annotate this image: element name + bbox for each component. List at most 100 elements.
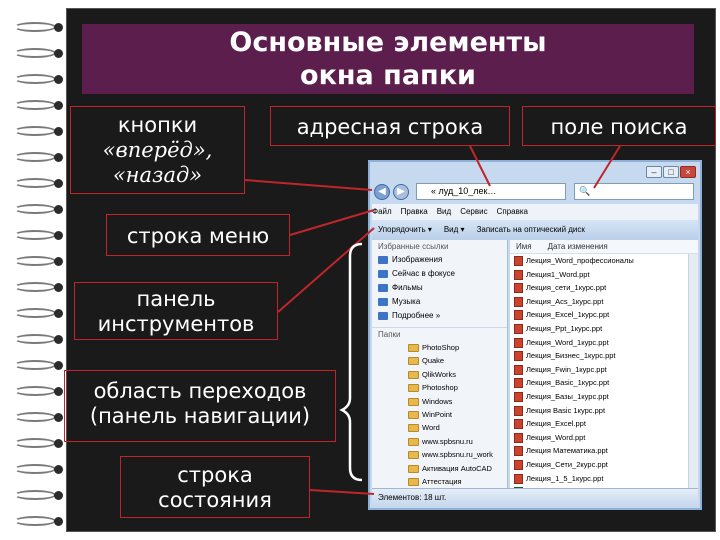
slide-title-line1: Основные элементы bbox=[229, 27, 547, 58]
file-list-item[interactable]: Лекция_Сети_2курс.ppt bbox=[510, 458, 698, 472]
label-nav-pane: область переходов (панель навигации) bbox=[64, 370, 336, 442]
file-name: Лекция_Word_профессионалы bbox=[526, 256, 634, 265]
folder-tree-item[interactable]: QlikWorks bbox=[372, 368, 507, 381]
binding-ring bbox=[14, 100, 66, 110]
folder-tree-item[interactable]: Photoshop bbox=[372, 381, 507, 394]
menu-item[interactable]: Справка bbox=[497, 207, 528, 216]
binding-ring bbox=[14, 490, 66, 500]
file-list-item[interactable]: Лекция_Word_профессионалы bbox=[510, 254, 698, 268]
presentation-file-icon bbox=[514, 269, 523, 280]
file-list-item[interactable]: Лекция Basic 1курс.ppt bbox=[510, 404, 698, 418]
binding-ring bbox=[14, 516, 66, 526]
library-icon bbox=[378, 270, 388, 278]
toolbar-button[interactable]: Упорядочить ▾ bbox=[378, 225, 432, 234]
label-address-bar: адресная строка bbox=[270, 106, 510, 146]
search-field[interactable]: 🔍 bbox=[574, 183, 694, 200]
label-menu-bar-text: строка меню bbox=[126, 224, 270, 248]
folder-tree-item[interactable]: Активация AutoCAD bbox=[372, 462, 507, 475]
toolbar: Упорядочить ▾ Вид ▾ Записать на оптический… bbox=[372, 220, 698, 240]
menu-item[interactable]: Сервис bbox=[460, 207, 487, 216]
label-status-bar-line2: состояния bbox=[158, 488, 272, 512]
folder-tree-item[interactable]: Аттестация bbox=[372, 475, 507, 488]
favorite-link[interactable]: Изображения bbox=[372, 253, 507, 267]
file-list-item[interactable]: Лекция_Бизнес_1курс.ppt bbox=[510, 349, 698, 363]
binding-ring bbox=[14, 438, 66, 448]
minimize-button[interactable]: – bbox=[646, 166, 662, 178]
folder-icon bbox=[408, 424, 419, 433]
column-header-cell[interactable]: Дата изменения bbox=[548, 242, 608, 251]
binding-ring bbox=[14, 178, 66, 188]
menu-item[interactable]: Вид bbox=[437, 207, 451, 216]
folder-tree-item[interactable]: Word bbox=[372, 421, 507, 434]
folder-tree-label: Photoshop bbox=[422, 383, 458, 393]
file-name: Лекция Basic 1курс.ppt bbox=[526, 405, 606, 415]
file-list-item[interactable]: Лекция1_Word.ppt bbox=[510, 268, 698, 282]
file-list-item[interactable]: Лекция_Excel_1курс.ppt bbox=[510, 308, 698, 322]
presentation-file-icon bbox=[514, 256, 523, 266]
file-list-item[interactable]: Лекция_Fwin_1курс.ppt bbox=[510, 363, 698, 377]
favorite-link-label: Музыка bbox=[392, 297, 421, 306]
notebook-binding bbox=[0, 0, 72, 540]
folder-tree-item[interactable]: WinPoint bbox=[372, 408, 507, 421]
toolbar-button[interactable]: Записать на оптический диск bbox=[477, 225, 585, 234]
file-list-item[interactable]: Лекция_Basic_1курс.ppt bbox=[510, 376, 698, 390]
folder-icon bbox=[408, 477, 419, 486]
presentation-file-icon bbox=[514, 432, 523, 443]
folder-tree-item[interactable]: Windows bbox=[372, 395, 507, 408]
file-name: Лекция_Сети_2курс.ppt bbox=[526, 459, 608, 469]
folder-tree-item[interactable]: www.spbsnu.ru_work bbox=[372, 448, 507, 461]
menu-item[interactable]: Правка bbox=[401, 207, 428, 216]
presentation-file-icon bbox=[514, 419, 523, 430]
label-menu-bar: строка меню bbox=[106, 214, 290, 256]
label-nav-pane-line2: (панель навигации) bbox=[89, 404, 311, 428]
toolbar-button[interactable]: Вид ▾ bbox=[444, 225, 465, 234]
file-name: Лекция_Fwin_1курс.ppt bbox=[526, 364, 607, 374]
favorite-link[interactable]: Сейчас в фокусе bbox=[372, 267, 507, 281]
library-icon bbox=[378, 298, 388, 306]
file-list-item[interactable]: Лекция_Базы_1курс.ppt bbox=[510, 390, 698, 404]
binding-ring bbox=[14, 256, 66, 266]
label-address-bar-text: адресная строка bbox=[296, 115, 484, 139]
file-list-item[interactable]: Лекция_1_5_1курс.ppt bbox=[510, 472, 698, 486]
library-icon bbox=[378, 256, 388, 264]
presentation-file-icon bbox=[514, 296, 523, 307]
presentation-file-icon bbox=[514, 351, 523, 362]
navigation-pane: Избранные ссылки Изображения Сейчас в фок… bbox=[372, 240, 508, 488]
favorite-link[interactable]: Фильмы bbox=[372, 281, 507, 295]
folder-tree-label: www.spbsnu.ru_work bbox=[422, 450, 493, 460]
column-header-cell[interactable]: Имя bbox=[516, 242, 532, 251]
address-field[interactable]: « луд_10_лек… bbox=[416, 183, 566, 200]
binding-ring bbox=[14, 308, 66, 318]
file-list-item[interactable]: Лекция_Word.ppt bbox=[510, 431, 698, 445]
file-list-item[interactable]: Лекция_Acs_1курс.ppt bbox=[510, 295, 698, 309]
close-button[interactable]: × bbox=[680, 166, 696, 178]
favorite-link-label: Фильмы bbox=[392, 283, 423, 292]
explorer-window: – □ × ◀ ▶ « луд_10_лек… 🔍 Файл Правка Вид С… bbox=[368, 160, 702, 510]
file-name: Лекция_Базы_1курс.ppt bbox=[526, 391, 609, 401]
label-toolbar: панель инструментов bbox=[74, 282, 278, 340]
favorite-link[interactable]: Музыка bbox=[372, 295, 507, 309]
favorite-link[interactable]: Подробнее » bbox=[372, 309, 507, 323]
menu-bar: Файл Правка Вид Сервис Справка bbox=[372, 204, 698, 220]
menu-item[interactable]: Файл bbox=[372, 207, 392, 216]
folder-icon bbox=[408, 397, 419, 406]
vertical-scrollbar[interactable] bbox=[688, 254, 698, 488]
file-list-item[interactable]: Лекция_сети_1курс.ppt bbox=[510, 281, 698, 295]
label-status-bar: строка состояния bbox=[120, 456, 310, 518]
file-list-item[interactable]: Лекция Математика.ppt bbox=[510, 444, 698, 458]
file-list-item[interactable]: Лекция_Word_1курс.ppt bbox=[510, 336, 698, 350]
file-name: Лекция_Excel_1курс.ppt bbox=[526, 310, 610, 320]
folder-tree-item[interactable]: Quake bbox=[372, 354, 507, 367]
maximize-button[interactable]: □ bbox=[663, 166, 679, 178]
folder-tree-label: WinPoint bbox=[422, 409, 453, 419]
file-name: Лекция_Word_1курс.ppt bbox=[526, 337, 609, 347]
back-button[interactable]: ◀ bbox=[374, 184, 390, 200]
file-list-item[interactable]: Лекция_Excel.ppt bbox=[510, 417, 698, 431]
folder-tree-item[interactable]: PhotoShop bbox=[372, 341, 507, 354]
folders-title[interactable]: Папки bbox=[372, 327, 507, 341]
folder-tree-item[interactable]: www.spbsnu.ru bbox=[372, 435, 507, 448]
file-list-item[interactable]: Лекция_Ppt_1курс.ppt bbox=[510, 322, 698, 336]
file-name: Лекция_Basic_1курс.ppt bbox=[526, 378, 610, 388]
forward-button[interactable]: ▶ bbox=[393, 184, 409, 200]
folder-icon bbox=[408, 437, 419, 446]
